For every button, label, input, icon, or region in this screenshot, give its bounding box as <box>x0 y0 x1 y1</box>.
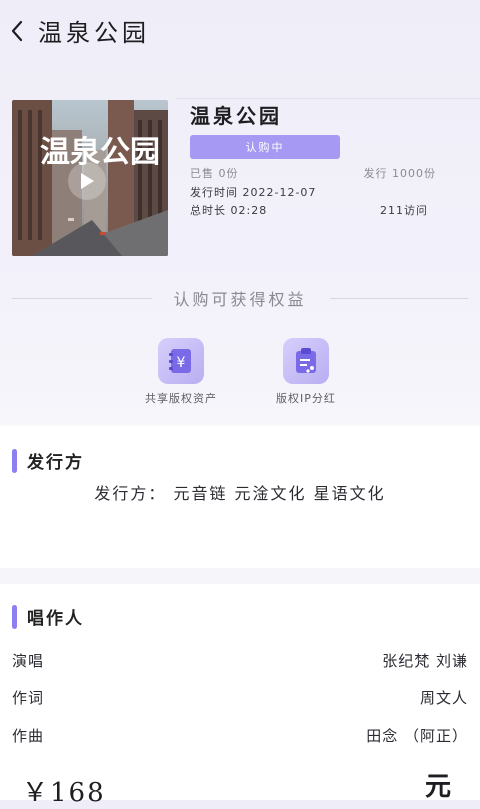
back-button[interactable] <box>6 14 28 48</box>
clipboard-share-icon <box>283 338 329 384</box>
creator-row-lyricist: 作词 周文人 <box>12 687 468 708</box>
creator-row-singer: 演唱 张纪梵 刘谦 <box>12 650 468 671</box>
creators-heading: 唱作人 <box>12 604 84 629</box>
sold-count: 已售 0份 <box>190 167 239 180</box>
creator-label: 作词 <box>12 689 45 707</box>
issued-count: 发行 1000份 <box>363 167 436 180</box>
benefit-shared-assets[interactable]: ¥ 共享版权资产 <box>131 338 231 406</box>
creator-value: 张纪梵 刘谦 <box>382 652 468 670</box>
section-separator <box>0 568 480 584</box>
publisher-text: 发行方： 元音链 元淦文化 星语文化 <box>94 484 386 503</box>
creators-heading-text: 唱作人 <box>27 609 84 629</box>
price: ￥168 <box>22 778 106 808</box>
creator-label: 作曲 <box>12 727 45 745</box>
yuan-notebook-icon: ¥ <box>158 338 204 384</box>
release-date: 发行时间 2022-12-07 <box>190 186 317 199</box>
publisher-heading-text: 发行方 <box>27 453 84 473</box>
yuan-logo-text: 元 <box>424 772 451 802</box>
visit-count: 211访问 <box>380 204 428 217</box>
creator-value: 周文人 <box>419 689 468 707</box>
creator-label: 演唱 <box>12 652 45 670</box>
header: 温泉公园 <box>0 0 480 60</box>
yuan-logo[interactable]: 元 <box>418 766 458 802</box>
divider <box>175 98 480 99</box>
benefit-ip-dividend[interactable]: 版权IP分红 <box>256 338 356 406</box>
svg-text:¥: ¥ <box>177 355 186 371</box>
accent-bar <box>12 448 17 473</box>
page-title: 温泉公园 <box>38 19 150 47</box>
creator-value: 田念 （阿正） <box>366 727 468 745</box>
divider-right <box>330 298 468 299</box>
duration: 总时长 02:28 <box>190 204 268 217</box>
accent-bar <box>12 604 17 629</box>
subscribe-button[interactable]: 认购中 <box>190 135 340 159</box>
publisher-heading: 发行方 <box>12 448 84 473</box>
benefit-label: 共享版权资产 <box>145 392 217 405</box>
play-icon[interactable] <box>68 162 106 200</box>
chevron-left-icon <box>11 20 23 42</box>
song-title: 温泉公园 <box>190 104 282 128</box>
benefit-label: 版权IP分红 <box>276 392 336 405</box>
creator-row-composer: 作曲 田念 （阿正） <box>12 725 468 746</box>
cover-title-text: 温泉公园 <box>40 135 160 170</box>
